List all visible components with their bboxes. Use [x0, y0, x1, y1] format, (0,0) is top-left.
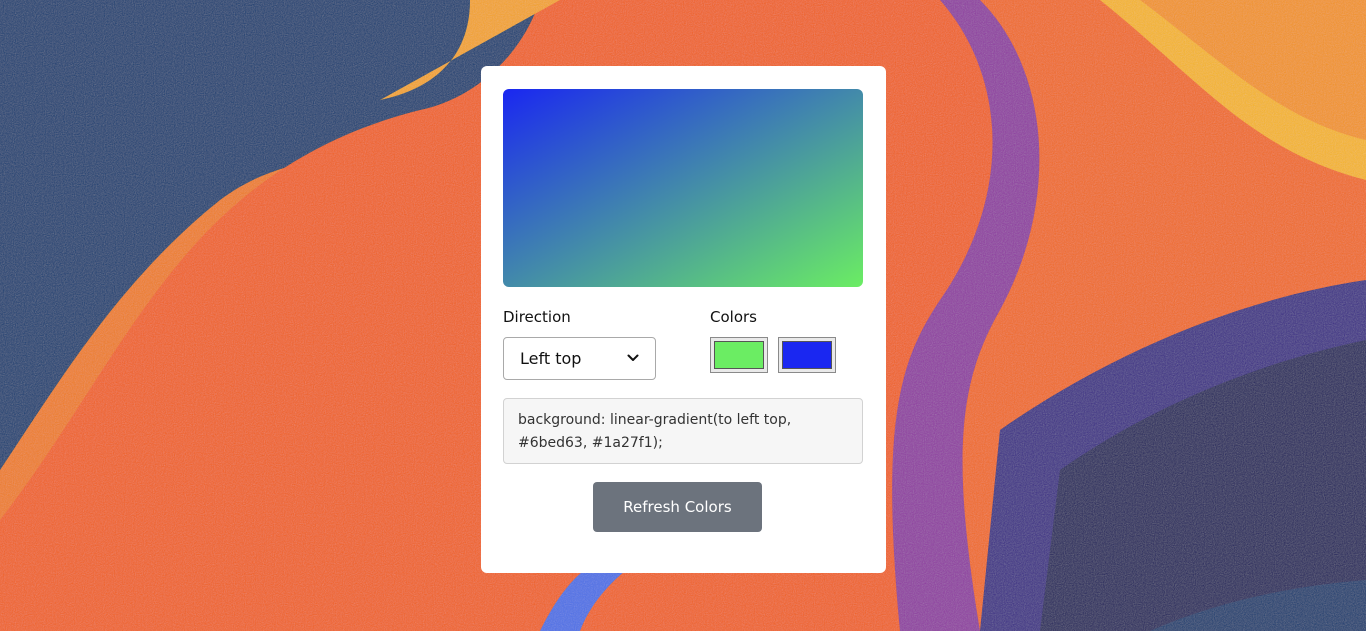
- gradient-generator-card: Direction Colors Left top background: li…: [481, 66, 886, 573]
- css-output-textarea[interactable]: background: linear-gradient(to left top,…: [503, 398, 863, 464]
- color-picker-one[interactable]: [710, 337, 768, 373]
- color-one-fill: [714, 341, 764, 369]
- direction-label: Direction: [503, 308, 571, 326]
- gradient-preview: [503, 89, 863, 287]
- color-two-fill: [782, 341, 832, 369]
- direction-select[interactable]: Left top: [503, 337, 656, 380]
- chevron-down-icon: [627, 354, 639, 361]
- refresh-colors-button[interactable]: Refresh Colors: [593, 482, 762, 532]
- color-picker-two[interactable]: [778, 337, 836, 373]
- colors-label: Colors: [710, 308, 757, 326]
- direction-select-value: Left top: [520, 349, 582, 368]
